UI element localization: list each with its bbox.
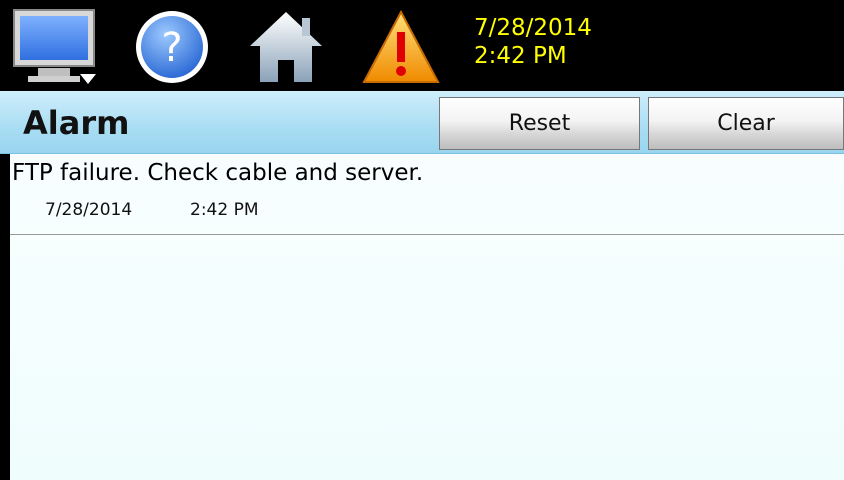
help-icon[interactable]: ? [133, 8, 211, 86]
list-item-divider [10, 234, 844, 235]
alarm-list[interactable] [10, 154, 844, 480]
status-date: 7/28/2014 [474, 15, 592, 41]
status-time: 2:42 PM [474, 43, 567, 69]
clear-button[interactable]: Clear [648, 97, 844, 150]
left-edge [0, 154, 10, 480]
alarm-message[interactable]: FTP failure. Check cable and server. [12, 160, 423, 186]
home-icon[interactable] [246, 8, 326, 86]
svg-text:?: ? [161, 25, 182, 71]
reset-button[interactable]: Reset [439, 97, 640, 150]
alarm-date: 7/28/2014 [45, 200, 133, 220]
status-datetime: 7/28/2014 2:42 PM [474, 14, 592, 70]
monitor-icon[interactable] [12, 8, 98, 86]
alarm-time: 2:42 PM [190, 200, 259, 220]
page-title: Alarm [23, 104, 130, 142]
warning-icon[interactable] [360, 8, 442, 86]
